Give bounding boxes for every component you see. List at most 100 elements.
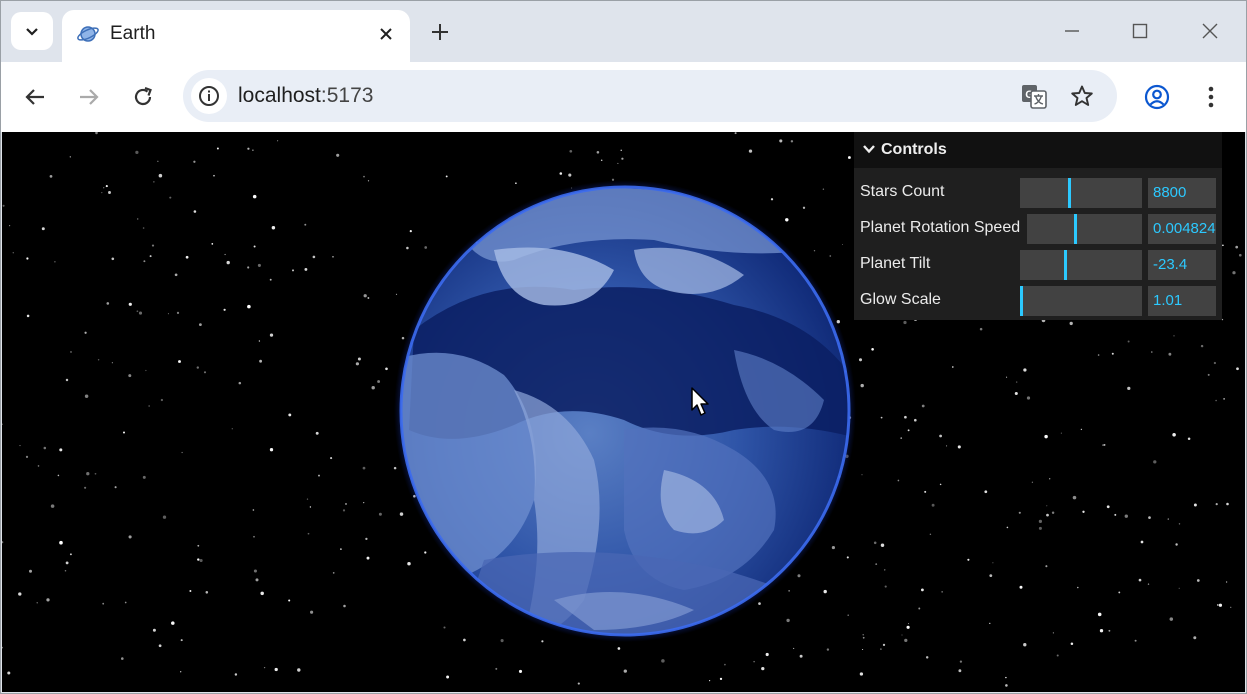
- star: [193, 210, 197, 213]
- browser-menu-button[interactable]: [1191, 77, 1231, 117]
- star: [1175, 543, 1178, 546]
- close-window-button[interactable]: [1188, 14, 1232, 48]
- site-info-button[interactable]: [191, 78, 227, 114]
- star: [569, 149, 573, 153]
- rotation-speed-input[interactable]: 0.004824: [1148, 214, 1216, 244]
- star: [135, 150, 139, 155]
- star: [332, 256, 334, 258]
- star: [753, 660, 755, 663]
- star: [357, 357, 361, 361]
- star: [765, 652, 769, 657]
- star: [1169, 617, 1174, 621]
- star: [958, 669, 962, 673]
- star: [967, 558, 970, 561]
- stars-count-input[interactable]: 8800: [1148, 178, 1216, 208]
- star: [70, 351, 72, 353]
- bookmark-button[interactable]: [1066, 80, 1098, 112]
- minimize-button[interactable]: [1050, 14, 1094, 48]
- star: [907, 623, 910, 625]
- star: [1200, 344, 1204, 348]
- control-row-planet-tilt: Planet Tilt -23.4: [854, 246, 1222, 282]
- star: [260, 591, 264, 596]
- star: [1218, 603, 1223, 607]
- star: [1148, 516, 1151, 519]
- control-label: Planet Tilt: [860, 255, 931, 272]
- star: [288, 413, 292, 417]
- star: [26, 257, 29, 260]
- star: [882, 643, 886, 647]
- close-tab-button[interactable]: [372, 20, 400, 48]
- star: [790, 140, 794, 143]
- stars-count-slider[interactable]: [1020, 178, 1142, 208]
- star: [904, 415, 907, 419]
- forward-button[interactable]: [69, 77, 109, 117]
- translate-button[interactable]: G: [1018, 80, 1050, 112]
- slider-handle[interactable]: [1068, 178, 1071, 208]
- star: [377, 380, 381, 383]
- star: [1215, 503, 1218, 506]
- webgl-canvas[interactable]: Controls Stars Count 8800 Planet Rotatio…: [2, 132, 1245, 692]
- slider-handle[interactable]: [1020, 286, 1023, 316]
- star: [941, 591, 943, 593]
- star: [255, 578, 259, 582]
- star: [330, 457, 333, 460]
- star: [138, 311, 143, 315]
- glow-scale-slider[interactable]: [1020, 286, 1142, 316]
- star: [277, 140, 279, 142]
- star: [197, 558, 200, 561]
- star: [253, 245, 256, 248]
- star: [143, 260, 146, 263]
- controls-title-bar[interactable]: Controls: [854, 132, 1222, 168]
- new-tab-button[interactable]: [424, 16, 456, 48]
- star: [1217, 604, 1219, 606]
- star: [128, 374, 132, 378]
- star: [1235, 245, 1239, 249]
- tab-search-button[interactable]: [11, 12, 53, 50]
- url-text[interactable]: localhost:5173: [238, 83, 373, 109]
- star: [1106, 505, 1110, 509]
- star: [518, 669, 523, 673]
- star: [367, 180, 370, 182]
- slider-handle[interactable]: [1074, 214, 1077, 244]
- star: [332, 572, 335, 574]
- star: [252, 149, 254, 151]
- rotation-speed-slider[interactable]: [1027, 214, 1142, 244]
- star: [310, 610, 314, 614]
- star: [793, 647, 795, 649]
- star: [306, 498, 309, 500]
- star: [213, 174, 215, 177]
- star: [247, 147, 250, 150]
- star: [36, 602, 38, 604]
- star: [49, 175, 53, 178]
- star: [142, 227, 145, 229]
- controls-panel: Controls Stars Count 8800 Planet Rotatio…: [854, 132, 1222, 320]
- star: [205, 591, 209, 594]
- more-vert-icon: [1208, 86, 1214, 108]
- glow-scale-input[interactable]: 1.01: [1148, 286, 1216, 316]
- star: [181, 451, 183, 454]
- planet-tilt-slider[interactable]: [1020, 250, 1142, 280]
- star: [318, 474, 320, 477]
- star: [724, 663, 726, 666]
- star: [901, 634, 903, 636]
- maximize-button[interactable]: [1118, 14, 1162, 48]
- profile-button[interactable]: [1137, 77, 1177, 117]
- reload-button[interactable]: [123, 77, 163, 117]
- star: [124, 601, 127, 604]
- star: [1178, 587, 1180, 589]
- back-button[interactable]: [15, 77, 55, 117]
- slider-handle[interactable]: [1064, 250, 1067, 280]
- star: [193, 160, 196, 163]
- star: [620, 149, 622, 151]
- star: [1056, 654, 1059, 657]
- star: [46, 598, 50, 602]
- planet-tilt-input[interactable]: -23.4: [1148, 250, 1216, 280]
- address-bar[interactable]: localhost:5173 G: [183, 70, 1117, 122]
- browser-toolbar: localhost:5173 G: [0, 62, 1247, 132]
- star: [111, 362, 113, 364]
- star: [29, 569, 32, 573]
- star: [1222, 244, 1224, 247]
- active-tab[interactable]: Earth: [62, 10, 410, 62]
- star: [1138, 578, 1142, 582]
- close-window-icon: [1202, 23, 1218, 39]
